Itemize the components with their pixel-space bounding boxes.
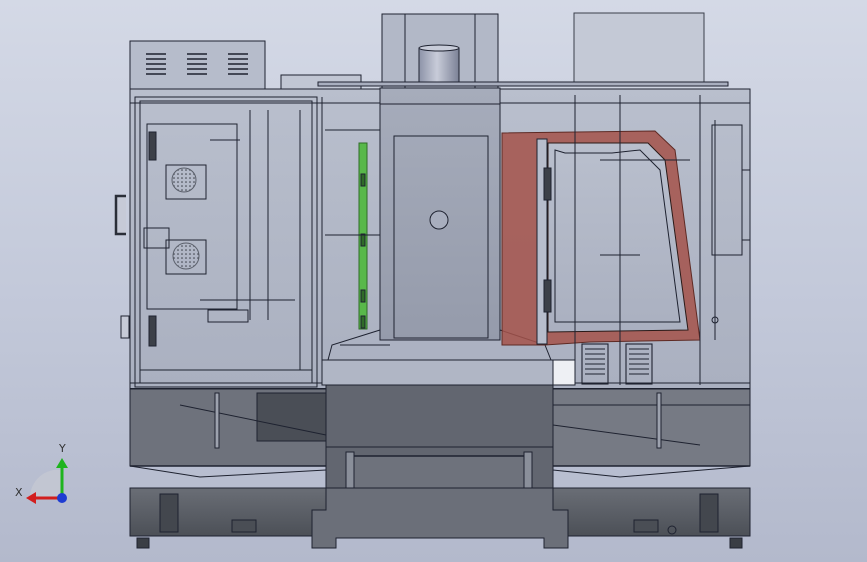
door-handle[interactable] bbox=[114, 194, 130, 339]
pallet-frame bbox=[501, 130, 701, 346]
work-table bbox=[321, 359, 576, 386]
cad-viewport[interactable]: Y X bbox=[0, 0, 867, 562]
y-axis-label: Y bbox=[59, 442, 66, 455]
coolant-hose bbox=[358, 142, 368, 330]
x-axis-label: X bbox=[15, 486, 23, 499]
top-electrical-cabinet bbox=[129, 40, 266, 90]
machine-base bbox=[129, 487, 751, 549]
machine-front-view-drawing bbox=[26, 12, 751, 549]
top-rail bbox=[317, 81, 729, 87]
spindle-motor-housing bbox=[381, 13, 499, 89]
orientation-triad bbox=[26, 458, 68, 504]
top-right-tank bbox=[573, 12, 720, 86]
